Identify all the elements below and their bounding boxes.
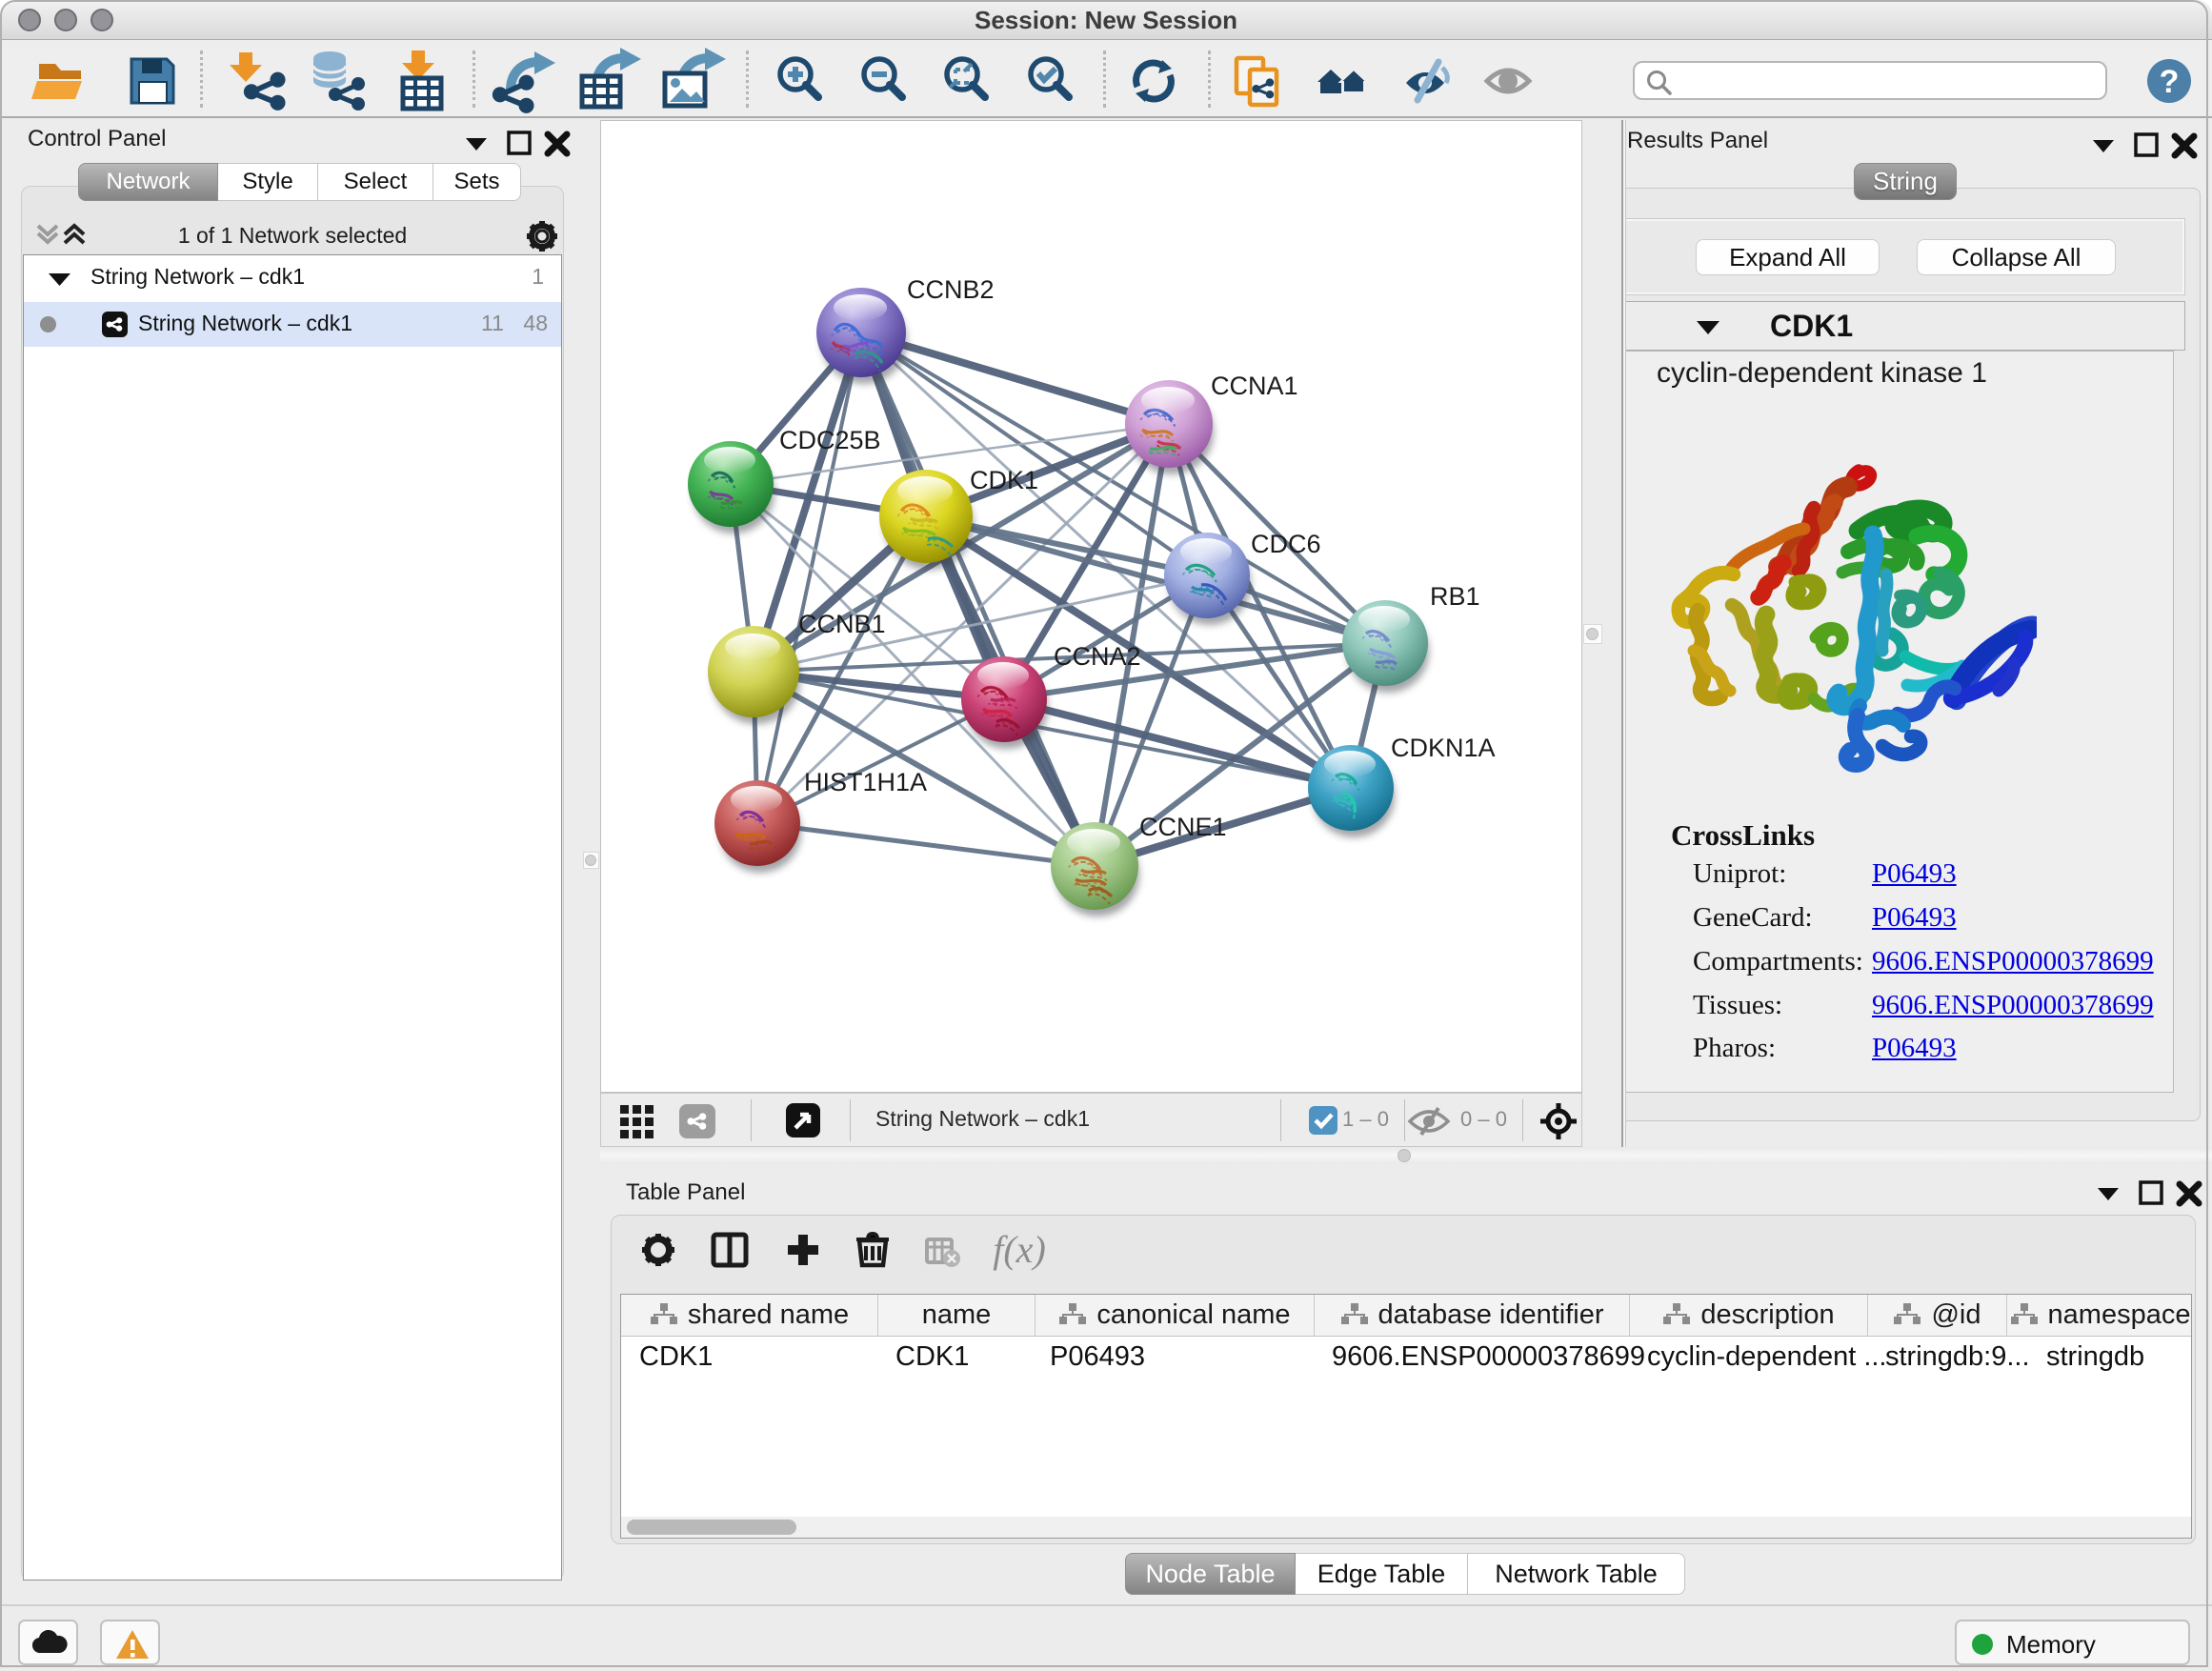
svg-text:HIST1H1A: HIST1H1A (804, 768, 927, 796)
svg-text:?: ? (2160, 64, 2180, 100)
svg-text:CCNA2: CCNA2 (1054, 642, 1141, 671)
svg-text:RB1: RB1 (1430, 582, 1480, 611)
svg-text:CDC6: CDC6 (1251, 530, 1321, 558)
svg-text:f(x): f(x) (993, 1228, 1046, 1271)
svg-text:CDKN1A: CDKN1A (1391, 734, 1496, 762)
svg-text:CDK1: CDK1 (970, 466, 1038, 494)
svg-text:CCNA1: CCNA1 (1211, 372, 1298, 400)
svg-text:CCNE1: CCNE1 (1139, 813, 1227, 841)
svg-text:CCNB1: CCNB1 (798, 610, 886, 638)
svg-text:CDC25B: CDC25B (779, 426, 881, 454)
svg-text:CCNB2: CCNB2 (907, 275, 995, 304)
